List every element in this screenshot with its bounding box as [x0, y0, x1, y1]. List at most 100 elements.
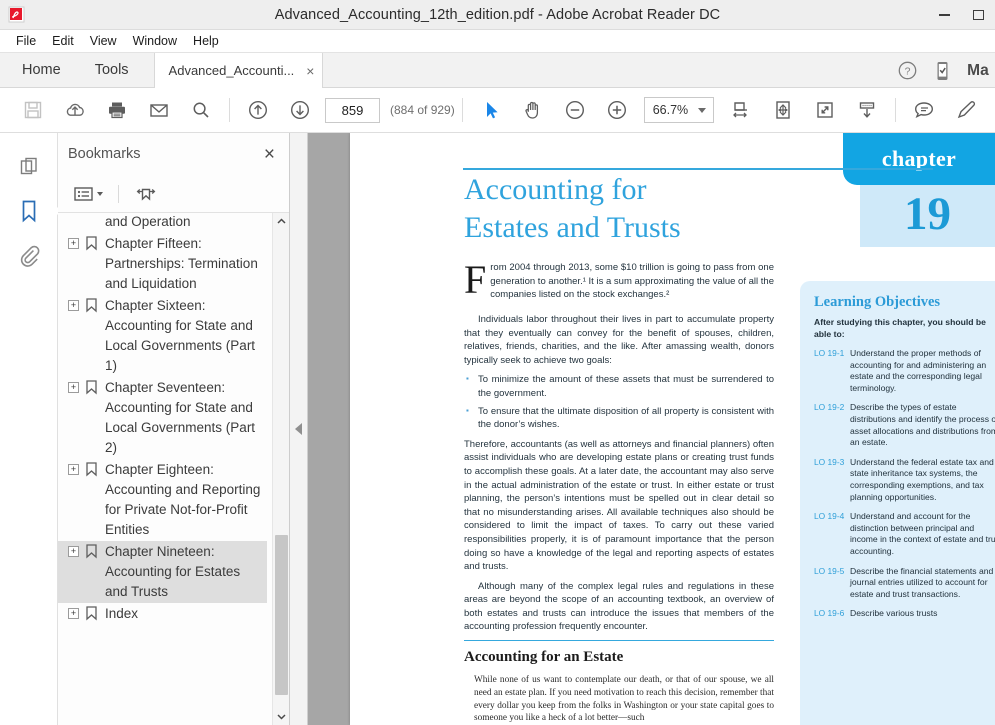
- question-circle-icon[interactable]: ?: [897, 60, 918, 81]
- fit-page-icon[interactable]: [762, 88, 804, 132]
- highlight-icon[interactable]: [945, 88, 987, 132]
- bookmarks-list[interactable]: + Partnerships: Formation and Operation …: [58, 213, 289, 725]
- toolbar-divider-2: [461, 98, 463, 122]
- list-item[interactable]: + Index: [58, 603, 267, 627]
- bookmark-icon: [85, 236, 98, 256]
- scrollbar-thumb[interactable]: [275, 535, 288, 695]
- toolbar-divider: [229, 98, 230, 122]
- scroll-down-icon[interactable]: [846, 88, 888, 132]
- learning-objective-code: LO 19-5: [814, 565, 845, 576]
- list-item-selected[interactable]: + Chapter Nineteen: Accounting for Estat…: [58, 541, 267, 603]
- expander-icon[interactable]: +: [68, 546, 79, 557]
- learning-objective-code: LO 19-1: [814, 348, 845, 358]
- tab-tools[interactable]: Tools: [78, 53, 146, 87]
- goals-bullet-list: To minimize the amount of these assets t…: [464, 372, 774, 432]
- close-icon[interactable]: ×: [306, 64, 314, 78]
- comment-icon[interactable]: [903, 88, 945, 132]
- fit-width-icon[interactable]: [720, 88, 762, 132]
- learning-objective-row: LO 19-4 Understand and account for the d…: [814, 511, 995, 557]
- tab-home[interactable]: Home: [0, 53, 78, 87]
- viewport-left-margin: [308, 133, 350, 725]
- next-page-icon[interactable]: [279, 88, 321, 132]
- print-icon[interactable]: [96, 88, 138, 132]
- window-controls: [927, 0, 995, 30]
- chapter-number-label: 19: [904, 188, 951, 240]
- list-item[interactable]: + Partnerships: Formation and Operation: [58, 213, 267, 233]
- zoom-out-icon[interactable]: [554, 88, 596, 132]
- zoom-in-icon[interactable]: [596, 88, 638, 132]
- list-item-label: Chapter Fifteen: Partnerships: Terminati…: [105, 236, 258, 291]
- menu-view[interactable]: View: [82, 31, 125, 51]
- bookmark-icon: [85, 606, 98, 626]
- bookmarks-toolbar-divider: [118, 184, 119, 203]
- learning-objectives-subtitle: After studying this chapter, you should …: [814, 317, 986, 339]
- page-title-line1: Accounting for: [464, 173, 647, 206]
- menu-window[interactable]: Window: [125, 31, 185, 51]
- section-heading: Accounting for an Estate: [464, 649, 624, 665]
- menu-edit[interactable]: Edit: [44, 31, 82, 51]
- list-item[interactable]: + Chapter Seventeen: Accounting for Stat…: [58, 377, 267, 459]
- menu-file[interactable]: File: [8, 31, 44, 51]
- page-count-label: (884 of 929): [390, 103, 455, 117]
- list-item[interactable]: + Chapter Eighteen: Accounting and Repor…: [58, 459, 267, 541]
- bookmarks-list-content: + Partnerships: Formation and Operation …: [58, 213, 267, 627]
- learning-objective-text: Understand and account for the distincti…: [850, 511, 995, 556]
- expander-icon[interactable]: +: [68, 464, 79, 475]
- bookmarks-panel-header: Bookmarks ×: [58, 133, 289, 175]
- list-item: To minimize the amount of these assets t…: [464, 372, 774, 400]
- list-item[interactable]: + Chapter Fifteen: Partnerships: Termina…: [58, 233, 267, 295]
- learning-objectives-title: Learning Objectives: [814, 294, 941, 310]
- expander-icon[interactable]: +: [68, 238, 79, 249]
- intro-paragraph-text: rom 2004 through 2013, some $10 trillion…: [490, 262, 774, 301]
- learning-objective-code: LO 19-3: [814, 456, 845, 467]
- scroll-down-arrow-icon[interactable]: [273, 708, 289, 725]
- toolbar-divider-3: [894, 98, 896, 122]
- intro-paragraph: From 2004 through 2013, some $10 trillio…: [464, 260, 774, 307]
- page-body-column: From 2004 through 2013, some $10 trillio…: [464, 260, 774, 640]
- bookmarks-panel-toolbar: [58, 175, 289, 213]
- attachments-icon[interactable]: [6, 233, 52, 277]
- scroll-up-arrow-icon[interactable]: [273, 213, 289, 230]
- close-icon[interactable]: ×: [260, 143, 279, 166]
- panel-splitter[interactable]: [290, 133, 308, 725]
- page-number-input[interactable]: 859: [325, 97, 380, 123]
- bookmark-icon: [85, 298, 98, 318]
- document-viewport[interactable]: chapter 19 Accounting for Estates and Tr…: [308, 133, 995, 725]
- select-tool-icon[interactable]: [470, 88, 512, 132]
- bookmarks-icon[interactable]: [6, 189, 52, 233]
- previous-page-icon[interactable]: [237, 88, 279, 132]
- mobile-link-icon[interactable]: [932, 60, 953, 82]
- search-icon[interactable]: [180, 88, 222, 132]
- learning-objective-text: Describe various trusts: [850, 608, 938, 619]
- new-bookmark-icon[interactable]: [131, 181, 161, 207]
- learning-objective-row: LO 19-1 Understand the proper methods of…: [814, 348, 995, 394]
- list-item[interactable]: + Chapter Sixteen: Accounting for State …: [58, 295, 267, 377]
- zoom-level-select[interactable]: 66.7%: [643, 97, 714, 123]
- tab-document[interactable]: Advanced_Accounti... ×: [153, 53, 324, 88]
- learning-objective-text: Describe the financial statements and jo…: [850, 565, 994, 599]
- minimize-button[interactable]: [927, 0, 961, 30]
- list-item-label: Chapter Eighteen: Accounting and Reporti…: [105, 462, 261, 537]
- paragraph-4: Although many of the complex legal rules…: [464, 580, 774, 633]
- tab-strip: Home Tools Advanced_Accounti... × ? Ma: [0, 53, 995, 88]
- bookmark-icon: [85, 462, 98, 482]
- email-icon[interactable]: [138, 88, 180, 132]
- collapse-panel-arrow-icon[interactable]: [295, 423, 302, 435]
- signin-label[interactable]: Ma: [967, 62, 989, 80]
- menu-help[interactable]: Help: [185, 31, 227, 51]
- hand-tool-icon[interactable]: [512, 88, 554, 132]
- paragraph-2: Individuals labor throughout their lives…: [464, 314, 774, 366]
- learning-objective-row: LO 19-3 Understand the federal estate ta…: [814, 457, 995, 503]
- save-to-cloud-icon[interactable]: [54, 88, 96, 132]
- expander-icon[interactable]: +: [68, 300, 79, 311]
- page-thumbnails-icon[interactable]: [6, 145, 52, 189]
- save-file-icon[interactable]: [12, 88, 54, 132]
- list-options-icon[interactable]: [70, 182, 106, 206]
- bookmarks-scrollbar[interactable]: [272, 213, 289, 725]
- page-title-line2: Estates and Trusts: [464, 211, 681, 244]
- maximize-button[interactable]: [961, 0, 995, 30]
- expander-icon[interactable]: +: [68, 608, 79, 619]
- list-item: To ensure that the ultimate disposition …: [464, 404, 774, 432]
- expander-icon[interactable]: +: [68, 382, 79, 393]
- read-mode-icon[interactable]: [804, 88, 846, 132]
